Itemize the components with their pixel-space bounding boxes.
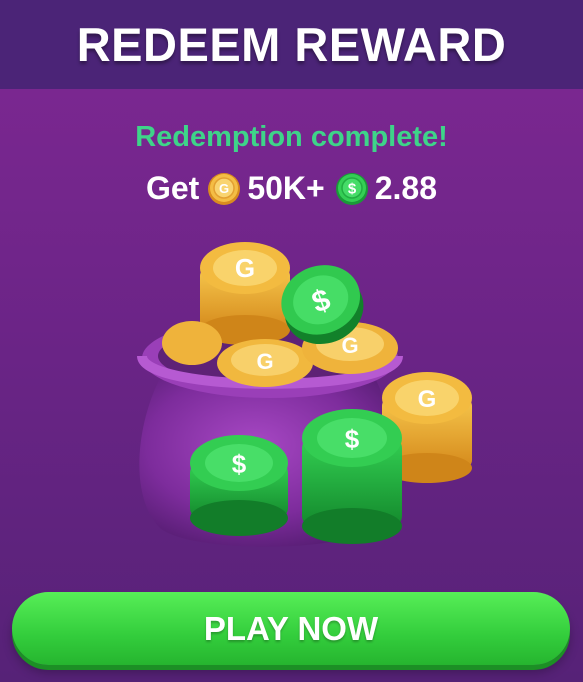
reward-prefix: Get xyxy=(145,170,200,206)
cash-amount: 2.88 xyxy=(374,170,437,206)
coin-sack-icon: G G G $ G $ $ xyxy=(137,242,472,547)
svg-text:$: $ xyxy=(348,180,357,197)
page-title: REDEEM REWARD xyxy=(76,18,507,71)
svg-text:G: G xyxy=(256,349,273,374)
status-message: Redemption complete! xyxy=(135,121,448,153)
cash-coin-icon: $ xyxy=(335,172,368,205)
svg-text:$: $ xyxy=(345,424,360,454)
play-now-button[interactable]: PLAY NOW xyxy=(12,592,570,665)
play-now-label: PLAY NOW xyxy=(203,609,379,647)
gold-amount: 50K+ xyxy=(247,170,325,206)
gold-coin-icon: G xyxy=(208,172,241,205)
svg-text:G: G xyxy=(219,181,229,196)
svg-text:G: G xyxy=(418,386,437,413)
header-bar: REDEEM REWARD xyxy=(0,0,583,89)
reward-summary: Get G 50K+ $ 2.88 xyxy=(0,170,583,207)
svg-text:G: G xyxy=(235,253,255,283)
svg-text:$: $ xyxy=(232,449,247,479)
